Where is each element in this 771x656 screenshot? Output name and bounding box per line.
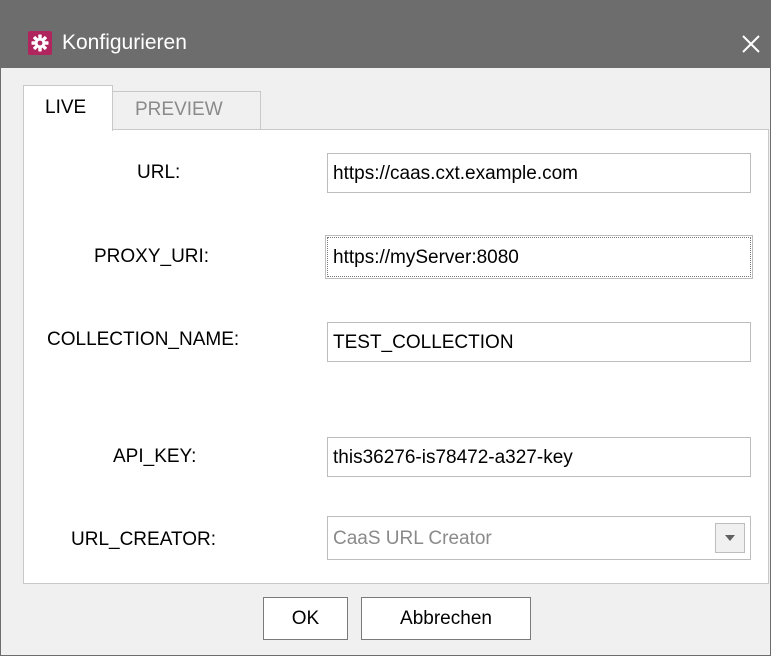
proxy-uri-field[interactable]: https://myServer:8080	[325, 235, 753, 279]
configure-dialog: Konfigurieren LIVE PREVIEW URL: https://…	[0, 0, 771, 656]
chevron-down-icon[interactable]	[715, 523, 745, 553]
collection-name-label: COLLECTION_NAME:	[47, 329, 240, 350]
url-creator-selected: CaaS URL Creator	[333, 528, 492, 549]
collection-name-field[interactable]: TEST_COLLECTION	[327, 322, 751, 362]
api-key-label: API_KEY:	[113, 446, 197, 467]
close-icon[interactable]	[733, 26, 769, 62]
tab-preview[interactable]: PREVIEW	[112, 91, 261, 129]
dialog-title: Konfigurieren	[62, 31, 187, 54]
url-creator-select[interactable]: CaaS URL Creator	[327, 516, 751, 560]
tab-live-label: LIVE	[45, 97, 87, 118]
proxy-uri-label: PROXY_URI:	[94, 246, 210, 267]
url-creator-label: URL_CREATOR:	[71, 529, 216, 550]
url-label: URL:	[137, 162, 181, 183]
tab-preview-label: PREVIEW	[135, 99, 223, 120]
cancel-button[interactable]: Abbrechen	[361, 597, 531, 640]
gear-icon	[28, 31, 52, 55]
api-key-field[interactable]: this36276-is78472-a327-key	[327, 437, 751, 477]
tab-live[interactable]: LIVE	[23, 85, 113, 131]
ok-button[interactable]: OK	[263, 597, 348, 640]
title-bar: Konfigurieren	[1, 0, 771, 68]
url-field[interactable]: https://caas.cxt.example.com	[327, 153, 751, 193]
